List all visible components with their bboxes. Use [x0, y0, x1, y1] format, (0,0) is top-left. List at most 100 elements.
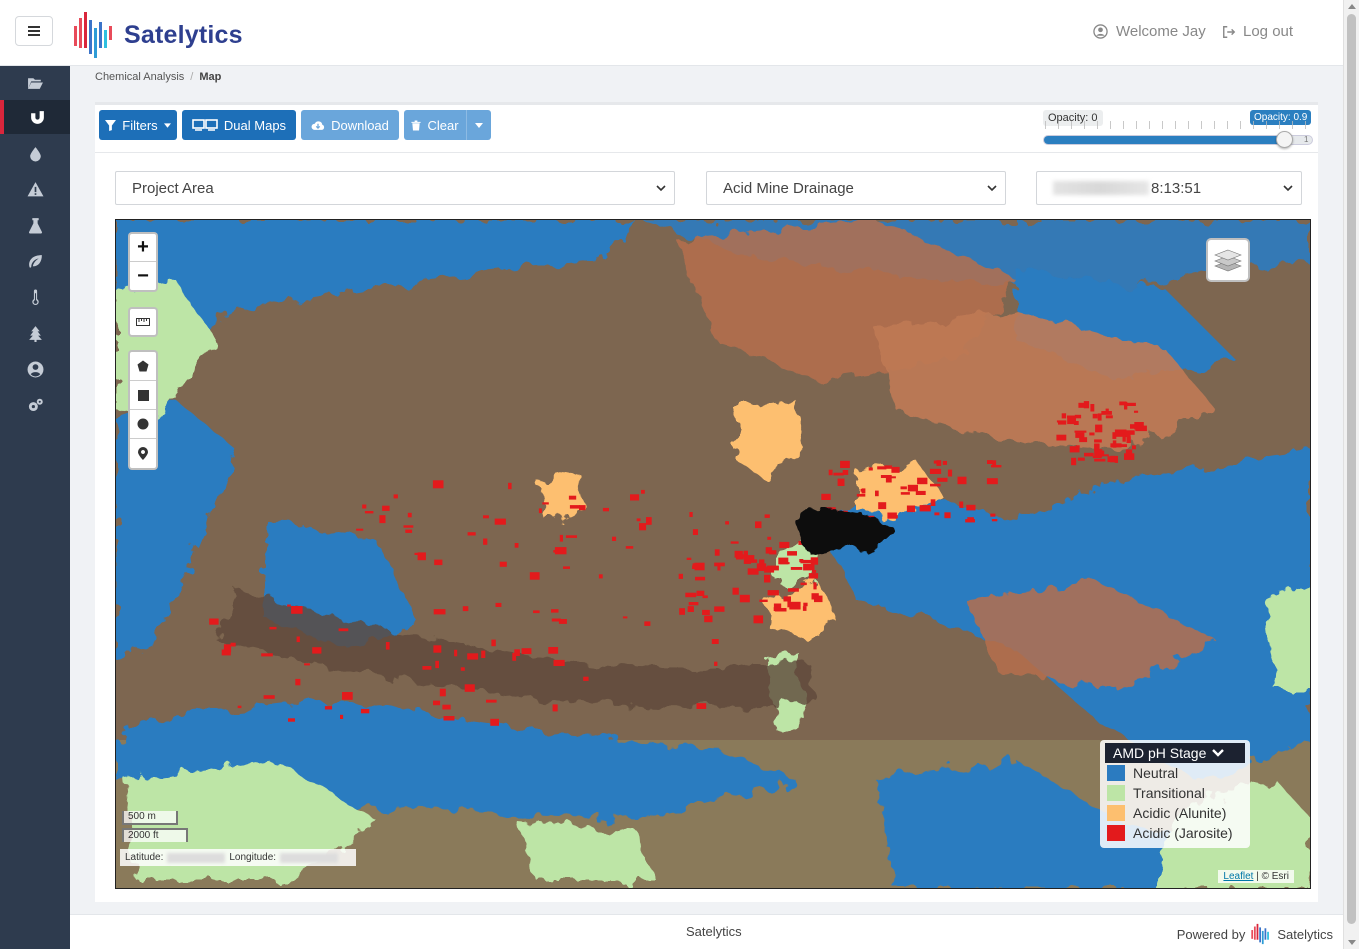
attribution-separator: | ©: [1253, 871, 1272, 882]
page-scrollbar[interactable]: [1343, 0, 1359, 949]
jarosite-patch: [714, 661, 718, 666]
project-area-select[interactable]: Project Area: [115, 171, 675, 205]
jarosite-patch: [755, 521, 762, 529]
clear-button[interactable]: Clear: [404, 110, 466, 140]
jarosite-patch: [1097, 413, 1102, 421]
user-circle-icon: [1093, 24, 1108, 39]
footer-brand: Satelytics: [686, 924, 742, 939]
jarosite-patch: [767, 536, 772, 540]
filters-button[interactable]: Filters: [99, 110, 177, 140]
jarosite-patch: [237, 705, 242, 709]
jarosite-patch: [711, 639, 719, 644]
scroll-down-arrow[interactable]: [1348, 940, 1356, 945]
sidebar-item-temperature[interactable]: [0, 280, 70, 314]
jarosite-patch: [223, 644, 232, 653]
jarosite-patch: [1075, 432, 1085, 438]
sidebar-item-vegetation[interactable]: [0, 244, 70, 278]
jarosite-patch: [1095, 424, 1103, 433]
jarosite-patch: [704, 615, 713, 623]
dual-maps-button[interactable]: Dual Maps: [182, 110, 296, 140]
jarosite-patch: [443, 716, 455, 721]
zoom-in-button[interactable]: +: [130, 234, 156, 262]
jarosite-patch: [1132, 445, 1136, 450]
sidebar-item-forestry[interactable]: [0, 316, 70, 350]
sidebar-item-lab[interactable]: [0, 208, 70, 242]
layers-control-button[interactable]: [1206, 238, 1250, 282]
logout-link[interactable]: Log out: [1222, 23, 1293, 40]
sidebar-item-water[interactable]: [0, 136, 70, 170]
magnet-icon: [30, 110, 44, 124]
jarosite-patch: [915, 490, 926, 495]
leaflet-link[interactable]: Leaflet: [1223, 871, 1253, 882]
jarosite-patch: [340, 714, 344, 719]
sidebar-item-account[interactable]: [0, 352, 70, 386]
jarosite-patch: [625, 546, 634, 549]
jarosite-patch: [743, 550, 748, 558]
jarosite-patch: [495, 602, 502, 607]
caret-down-icon: [163, 122, 171, 128]
jarosite-patch: [991, 519, 998, 522]
chevron-down-icon: [1283, 185, 1293, 192]
jarosite-patch: [695, 576, 706, 581]
jarosite-patch: [435, 660, 439, 669]
menu-toggle-button[interactable]: [15, 16, 53, 46]
jarosite-patch: [799, 559, 804, 563]
jarosite-patch: [929, 468, 942, 474]
date-time-select[interactable]: 8:13:51: [1036, 171, 1302, 205]
jarosite-patch: [1084, 452, 1094, 457]
zoom-out-button[interactable]: −: [130, 262, 156, 290]
legend-label: Acidic (Alunite): [1133, 805, 1227, 821]
jarosite-patch: [877, 466, 887, 470]
powered-by-brand: Satelytics: [1277, 926, 1333, 942]
jarosite-patch: [837, 478, 845, 486]
jarosite-patch: [990, 513, 996, 517]
draw-polygon-button[interactable]: [130, 352, 156, 381]
jarosite-patch: [1098, 450, 1105, 457]
jarosite-patch: [800, 582, 807, 586]
jarosite-patch: [433, 609, 446, 615]
jarosite-patch: [529, 572, 540, 580]
clear-options-dropdown[interactable]: [466, 110, 491, 140]
jarosite-patch: [702, 609, 710, 615]
jarosite-patch: [734, 550, 743, 558]
flask-icon: [28, 217, 42, 233]
jarosite-patch: [773, 607, 778, 611]
jarosite-patch: [295, 678, 301, 686]
sidebar-item-projects[interactable]: [0, 66, 70, 100]
sidebar-item-chemical-analysis[interactable]: [0, 100, 70, 134]
jarosite-patch: [891, 466, 900, 473]
draw-marker-button[interactable]: [130, 439, 156, 468]
jarosite-patch: [1110, 443, 1122, 448]
jarosite-patch: [542, 502, 549, 505]
legend-swatch: [1107, 765, 1125, 781]
jarosite-patch: [1114, 455, 1118, 463]
jarosite-patch: [403, 525, 414, 528]
redacted-latitude: [167, 852, 226, 863]
jarosite-patch: [803, 602, 808, 607]
sidebar-item-alerts[interactable]: [0, 172, 70, 206]
coordinates-readout: Latitude: Longitude:: [120, 849, 356, 866]
jarosite-patch: [692, 529, 698, 535]
jarosite-patch: [942, 460, 947, 465]
draw-rectangle-button[interactable]: [130, 381, 156, 410]
user-welcome[interactable]: Welcome Jay: [1093, 23, 1206, 40]
jarosite-patch: [405, 529, 413, 533]
jarosite-patch: [636, 518, 641, 522]
opacity-slider-handle[interactable]: [1276, 131, 1294, 148]
scroll-up-arrow[interactable]: [1348, 4, 1356, 9]
analysis-layer-select[interactable]: Acid Mine Drainage: [706, 171, 1006, 205]
sidebar-item-settings[interactable]: [0, 388, 70, 422]
jarosite-patch: [467, 653, 479, 660]
legend-item-transitional: Transitional: [1105, 783, 1245, 803]
jarosite-patch: [1124, 401, 1128, 410]
legend-header[interactable]: AMD pH Stage: [1105, 743, 1245, 763]
download-button[interactable]: Download: [301, 110, 399, 140]
scrollbar-thumb[interactable]: [1347, 14, 1356, 924]
opacity-slider-track[interactable]: [1043, 135, 1313, 145]
measure-button[interactable]: [128, 307, 158, 337]
draw-circle-button[interactable]: [130, 410, 156, 439]
jarosite-patch: [823, 507, 836, 510]
brand-logo[interactable]: Satelytics: [72, 10, 243, 60]
map-canvas[interactable]: + − 500 m 2000 ft Latitude: Longitude: A…: [115, 219, 1311, 889]
breadcrumb-parent[interactable]: Chemical Analysis: [95, 71, 184, 83]
